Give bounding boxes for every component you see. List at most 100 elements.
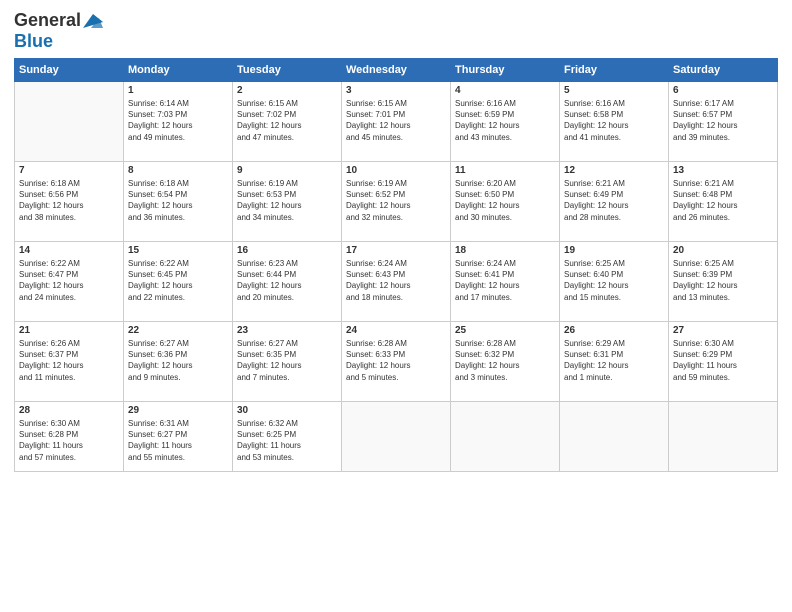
page-header: General Blue xyxy=(14,10,778,52)
day-info: Sunrise: 6:27 AMSunset: 6:35 PMDaylight:… xyxy=(237,338,337,383)
day-info: Sunrise: 6:24 AMSunset: 6:41 PMDaylight:… xyxy=(455,258,555,303)
day-number: 5 xyxy=(564,85,664,96)
day-info: Sunrise: 6:19 AMSunset: 6:53 PMDaylight:… xyxy=(237,178,337,223)
day-number: 2 xyxy=(237,85,337,96)
day-info: Sunrise: 6:24 AMSunset: 6:43 PMDaylight:… xyxy=(346,258,446,303)
day-info: Sunrise: 6:30 AMSunset: 6:28 PMDaylight:… xyxy=(19,418,119,463)
day-cell: 3Sunrise: 6:15 AMSunset: 7:01 PMDaylight… xyxy=(342,82,451,162)
day-cell: 28 Sunrise: 6:30 AMSunset: 6:28 PMDayligh… xyxy=(15,402,124,472)
day-number: 29 xyxy=(128,405,228,416)
day-cell: 8Sunrise: 6:18 AMSunset: 6:54 PMDaylight… xyxy=(124,162,233,242)
day-info: Sunrise: 6:18 AMSunset: 6:54 PMDaylight:… xyxy=(128,178,228,223)
day-cell: 11 Sunrise: 6:20 AMSunset: 6:50 PMDayligh… xyxy=(451,162,560,242)
day-cell: 22Sunrise: 6:27 AMSunset: 6:36 PMDayligh… xyxy=(124,322,233,402)
day-number: 26 xyxy=(564,325,664,336)
day-info: Sunrise: 6:30 AMSunset: 6:29 PMDaylight:… xyxy=(673,338,773,383)
day-info: Sunrise: 6:18 AMSunset: 6:56 PMDaylight:… xyxy=(19,178,119,223)
day-info: Sunrise: 6:27 AMSunset: 6:36 PMDaylight:… xyxy=(128,338,228,383)
day-cell: 2 Sunrise: 6:15 AMSunset: 7:02 PMDaylight… xyxy=(233,82,342,162)
day-cell: 13 Sunrise: 6:21 AMSunset: 6:48 PMDayligh… xyxy=(669,162,778,242)
day-number: 11 xyxy=(455,165,555,176)
day-info: Sunrise: 6:19 AMSunset: 6:52 PMDaylight:… xyxy=(346,178,446,223)
day-info: Sunrise: 6:20 AMSunset: 6:50 PMDaylight:… xyxy=(455,178,555,223)
header-saturday: Saturday xyxy=(669,59,778,82)
day-cell: 29 Sunrise: 6:31 AMSunset: 6:27 PMDayligh… xyxy=(124,402,233,472)
day-number: 18 xyxy=(455,245,555,256)
day-number: 6 xyxy=(673,85,773,96)
day-cell: 5 Sunrise: 6:16 AMSunset: 6:58 PMDaylight… xyxy=(560,82,669,162)
day-number: 4 xyxy=(455,85,555,96)
week-row-3: 14 Sunrise: 6:22 AMSunset: 6:47 PMDayligh… xyxy=(15,242,778,322)
day-cell: 4 Sunrise: 6:16 AMSunset: 6:59 PMDaylight… xyxy=(451,82,560,162)
day-number: 15 xyxy=(128,245,228,256)
day-cell: 30Sunrise: 6:32 AMSunset: 6:25 PMDayligh… xyxy=(233,402,342,472)
day-cell: 26Sunrise: 6:29 AMSunset: 6:31 PMDayligh… xyxy=(560,322,669,402)
day-info: Sunrise: 6:21 AMSunset: 6:48 PMDaylight:… xyxy=(673,178,773,223)
logo: General Blue xyxy=(14,10,103,52)
day-info: Sunrise: 6:16 AMSunset: 6:58 PMDaylight:… xyxy=(564,98,664,143)
week-row-4: 21 Sunrise: 6:26 AMSunset: 6:37 PMDayligh… xyxy=(15,322,778,402)
day-number: 14 xyxy=(19,245,119,256)
day-cell: 21 Sunrise: 6:26 AMSunset: 6:37 PMDayligh… xyxy=(15,322,124,402)
day-cell: 18 Sunrise: 6:24 AMSunset: 6:41 PMDayligh… xyxy=(451,242,560,322)
day-number: 28 xyxy=(19,405,119,416)
day-cell: 6 Sunrise: 6:17 AMSunset: 6:57 PMDaylight… xyxy=(669,82,778,162)
header-friday: Friday xyxy=(560,59,669,82)
day-cell: 14 Sunrise: 6:22 AMSunset: 6:47 PMDayligh… xyxy=(15,242,124,322)
day-info: Sunrise: 6:17 AMSunset: 6:57 PMDaylight:… xyxy=(673,98,773,143)
day-number: 13 xyxy=(673,165,773,176)
day-cell: 19Sunrise: 6:25 AMSunset: 6:40 PMDayligh… xyxy=(560,242,669,322)
day-info: Sunrise: 6:15 AMSunset: 7:02 PMDaylight:… xyxy=(237,98,337,143)
logo-blue: Blue xyxy=(14,31,53,51)
day-number: 7 xyxy=(19,165,119,176)
day-info: Sunrise: 6:21 AMSunset: 6:49 PMDaylight:… xyxy=(564,178,664,223)
day-cell: 24 Sunrise: 6:28 AMSunset: 6:33 PMDayligh… xyxy=(342,322,451,402)
header-monday: Monday xyxy=(124,59,233,82)
logo-general: General xyxy=(14,10,81,31)
day-info: Sunrise: 6:25 AMSunset: 6:39 PMDaylight:… xyxy=(673,258,773,303)
day-cell xyxy=(15,82,124,162)
logo-icon xyxy=(81,12,103,30)
day-info: Sunrise: 6:31 AMSunset: 6:27 PMDaylight:… xyxy=(128,418,228,463)
day-number: 16 xyxy=(237,245,337,256)
day-number: 3 xyxy=(346,85,446,96)
day-info: Sunrise: 6:26 AMSunset: 6:37 PMDaylight:… xyxy=(19,338,119,383)
header-thursday: Thursday xyxy=(451,59,560,82)
day-info: Sunrise: 6:28 AMSunset: 6:32 PMDaylight:… xyxy=(455,338,555,383)
day-number: 24 xyxy=(346,325,446,336)
header-row: SundayMondayTuesdayWednesdayThursdayFrid… xyxy=(15,59,778,82)
day-cell: 17Sunrise: 6:24 AMSunset: 6:43 PMDayligh… xyxy=(342,242,451,322)
day-cell: 16 Sunrise: 6:23 AMSunset: 6:44 PMDayligh… xyxy=(233,242,342,322)
week-row-5: 28 Sunrise: 6:30 AMSunset: 6:28 PMDayligh… xyxy=(15,402,778,472)
day-number: 21 xyxy=(19,325,119,336)
day-number: 10 xyxy=(346,165,446,176)
header-sunday: Sunday xyxy=(15,59,124,82)
day-cell: 9 Sunrise: 6:19 AMSunset: 6:53 PMDaylight… xyxy=(233,162,342,242)
day-number: 12 xyxy=(564,165,664,176)
day-cell: 12 Sunrise: 6:21 AMSunset: 6:49 PMDayligh… xyxy=(560,162,669,242)
day-number: 1 xyxy=(128,85,228,96)
day-info: Sunrise: 6:16 AMSunset: 6:59 PMDaylight:… xyxy=(455,98,555,143)
day-cell xyxy=(451,402,560,472)
day-info: Sunrise: 6:22 AMSunset: 6:45 PMDaylight:… xyxy=(128,258,228,303)
day-cell xyxy=(560,402,669,472)
day-cell xyxy=(342,402,451,472)
week-row-2: 7 Sunrise: 6:18 AMSunset: 6:56 PMDaylight… xyxy=(15,162,778,242)
day-number: 25 xyxy=(455,325,555,336)
day-cell: 27 Sunrise: 6:30 AMSunset: 6:29 PMDayligh… xyxy=(669,322,778,402)
day-info: Sunrise: 6:22 AMSunset: 6:47 PMDaylight:… xyxy=(19,258,119,303)
header-tuesday: Tuesday xyxy=(233,59,342,82)
day-cell: 20Sunrise: 6:25 AMSunset: 6:39 PMDayligh… xyxy=(669,242,778,322)
day-cell: 23 Sunrise: 6:27 AMSunset: 6:35 PMDayligh… xyxy=(233,322,342,402)
day-cell: 7 Sunrise: 6:18 AMSunset: 6:56 PMDaylight… xyxy=(15,162,124,242)
day-cell: 1 Sunrise: 6:14 AMSunset: 7:03 PMDaylight… xyxy=(124,82,233,162)
day-number: 27 xyxy=(673,325,773,336)
day-info: Sunrise: 6:23 AMSunset: 6:44 PMDaylight:… xyxy=(237,258,337,303)
day-number: 9 xyxy=(237,165,337,176)
day-info: Sunrise: 6:28 AMSunset: 6:33 PMDaylight:… xyxy=(346,338,446,383)
day-number: 23 xyxy=(237,325,337,336)
day-number: 19 xyxy=(564,245,664,256)
day-info: Sunrise: 6:14 AMSunset: 7:03 PMDaylight:… xyxy=(128,98,228,143)
day-info: Sunrise: 6:32 AMSunset: 6:25 PMDaylight:… xyxy=(237,418,337,463)
day-cell: 15 Sunrise: 6:22 AMSunset: 6:45 PMDayligh… xyxy=(124,242,233,322)
